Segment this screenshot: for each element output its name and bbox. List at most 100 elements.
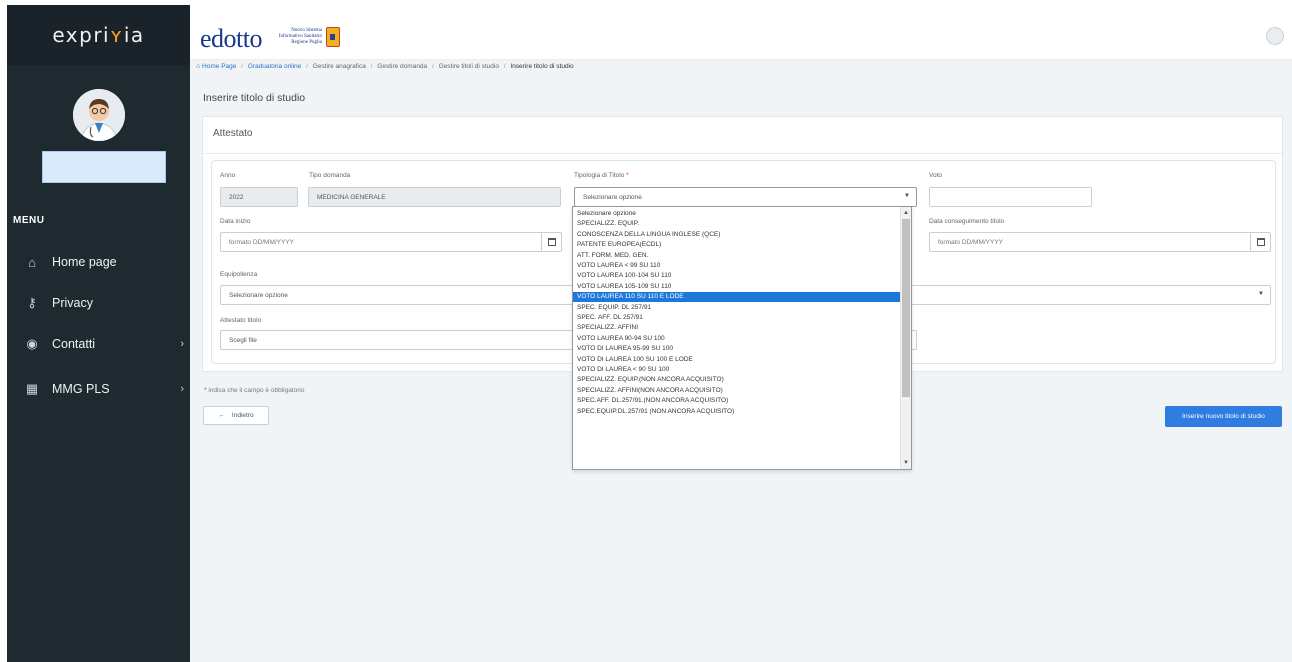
regione-puglia-crest-icon xyxy=(326,27,340,47)
main-content: ⌂ Home Page / Graduatoria online / Gesti… xyxy=(190,60,1292,662)
user-name-box xyxy=(42,151,166,183)
dropdown-option[interactable]: VOTO LAUREA 100-104 SU 110 xyxy=(573,271,901,281)
data-conseguimento-input[interactable]: formato DD/MM/YYYY xyxy=(929,232,1271,252)
dropdown-option[interactable]: SPECIALIZZ. EQUIP.(NON ANCORA ACQUISITO) xyxy=(573,375,901,385)
top-header: edotto Nuovo Sistema Informativo Sanitar… xyxy=(190,22,1292,60)
breadcrumb-separator: / xyxy=(370,63,373,70)
dropdown-option[interactable]: VOTO DI LAUREA 95-99 SU 100 xyxy=(573,344,901,354)
required-mark: * xyxy=(626,172,629,179)
scrollbar[interactable]: ▲ ▼ xyxy=(900,207,911,469)
submit-button[interactable]: Inserire nuovo titolo di studio xyxy=(1165,406,1282,427)
dropdown-option[interactable]: VOTO LAUREA 90-94 SU 100 xyxy=(573,334,901,344)
breadcrumb: ⌂ Home Page / Graduatoria online / Gesti… xyxy=(196,63,574,70)
chevron-right-icon: › xyxy=(180,383,184,395)
edotto-logo[interactable]: edotto xyxy=(200,24,263,54)
placeholder-text: formato DD/MM/YYYY xyxy=(938,238,1004,246)
nav-label: Home page xyxy=(52,255,117,269)
scroll-down-icon[interactable]: ▼ xyxy=(902,458,910,468)
scrollbar-thumb[interactable] xyxy=(902,219,910,397)
nav-label: Contatti xyxy=(52,337,96,351)
home-icon: ⌂ xyxy=(196,63,201,70)
required-note: * indica che il campo è obbligatorio xyxy=(204,387,304,394)
user-profile-icon[interactable] xyxy=(1266,27,1284,45)
breadcrumb-domanda[interactable]: Gestire domanda xyxy=(377,63,427,70)
tipologia-dropdown-list[interactable]: Selezionare opzione SPECIALIZZ. EQUIP. CON… xyxy=(572,206,912,470)
dropdown-option[interactable]: SPECIALIZZ. EQUIP. xyxy=(573,219,901,229)
nav-label: Privacy xyxy=(52,296,93,310)
nav-mmg-pls[interactable]: ▦ MMG PLS › xyxy=(7,370,190,408)
tipologia-titolo-label: Tipologia di Titolo * xyxy=(574,172,629,179)
required-mark: * xyxy=(204,387,207,394)
breadcrumb-separator: / xyxy=(241,63,243,70)
breadcrumb-home[interactable]: Home Page xyxy=(202,63,236,70)
dropdown-option[interactable]: SPEC. AFF. DL 257/91 xyxy=(573,313,901,323)
anno-label: Anno xyxy=(220,172,236,179)
logo-text-1: expri xyxy=(52,23,111,47)
nav-privacy[interactable]: ⚷ Privacy xyxy=(7,284,190,322)
chevron-right-icon: › xyxy=(180,338,184,350)
breadcrumb-separator: / xyxy=(306,63,308,70)
dropdown-option[interactable]: ATT. FORM. MED. GEN. xyxy=(573,251,901,261)
nav-contatti[interactable]: ◉ Contatti › xyxy=(7,325,190,363)
back-button[interactable]: ← Indietro xyxy=(203,406,269,425)
dropdown-option[interactable]: SPEC.AFF. DL.257/91.(NON ANCORA ACQUISIT… xyxy=(573,396,901,406)
user-circle-icon: ◉ xyxy=(26,336,38,351)
required-note-text: indica che il campo è obbligatorio xyxy=(208,387,305,394)
dropdown-option[interactable]: SPECIALIZZ. AFFINI(NON ANCORA ACQUISITO) xyxy=(573,386,901,396)
select-value: Selezionare opzione xyxy=(229,291,288,299)
tipo-domanda-label: Tipo domanda xyxy=(309,172,351,179)
breadcrumb-separator: / xyxy=(503,63,506,70)
placeholder-text: formato DD/MM/YYYY xyxy=(229,238,295,246)
dropdown-option[interactable]: SPEC. EQUIP. DL 257/91 xyxy=(573,303,901,313)
logo-text-2: ʏ xyxy=(110,23,124,47)
calendar-icon[interactable] xyxy=(1250,233,1270,251)
dropdown-option[interactable]: VOTO LAUREA 105-109 SU 110 xyxy=(573,282,901,292)
select-value: Selezionare opzione xyxy=(583,193,642,201)
key-icon: ⚷ xyxy=(27,295,37,310)
dropdown-option[interactable]: VOTO DI LAUREA < 90 SU 100 xyxy=(573,365,901,375)
attestato-titolo-label: Attestato titolo xyxy=(220,317,262,324)
tipologia-label-text: Tipologia di Titolo xyxy=(574,172,625,179)
sidebar: expri ʏ ia MENU ⌂ Home page ⚷ Privacy ◉ Co… xyxy=(7,5,190,662)
tipo-domanda-field: MEDICINA GENERALE xyxy=(308,187,561,207)
logo-text-3: ia xyxy=(123,23,145,47)
dropdown-option[interactable]: VOTO DI LAUREA 100 SU 100 E LODE xyxy=(573,355,901,365)
equipollenza-label: Equipollenza xyxy=(220,271,258,278)
dropdown-option[interactable]: Selezionare opzione xyxy=(573,209,901,219)
doctor-avatar xyxy=(73,89,125,141)
dropdown-option[interactable]: SPECIALIZZ. AFFINI xyxy=(573,323,901,333)
breadcrumb-current: Inserire titolo di studio xyxy=(510,63,574,70)
home-icon: ⌂ xyxy=(28,254,36,270)
nav-label: MMG PLS xyxy=(52,382,110,396)
tipologia-titolo-select[interactable]: Selezionare opzione ▼ xyxy=(574,187,917,207)
voto-label: Voto xyxy=(929,172,943,179)
exprivia-logo: expri ʏ ia xyxy=(7,5,190,65)
breadcrumb-graduatoria[interactable]: Graduatoria online xyxy=(248,63,301,70)
page-title: Inserire titolo di studio xyxy=(203,92,306,104)
back-label: Indietro xyxy=(231,412,254,419)
edotto-subtitle: Nuovo Sistema Informativo Sanitario Regi… xyxy=(278,28,322,45)
dropdown-option[interactable]: CONOSCENZA DELLA LINGUA INGLESE (QCE) xyxy=(573,230,901,240)
breadcrumb-anagrafica[interactable]: Gestire anagrafica xyxy=(313,63,366,70)
divider xyxy=(203,153,1282,154)
dropdown-option[interactable]: SPEC.EQUIP.DL.257/91 (NON ANCORA ACQUISI… xyxy=(573,407,901,417)
breadcrumb-separator: / xyxy=(431,63,434,70)
dropdown-option[interactable]: PATENTE EUROPEA(ECDL) xyxy=(573,240,901,250)
chevron-down-icon: ▼ xyxy=(904,193,910,199)
chevron-down-icon: ▼ xyxy=(1258,291,1264,297)
menu-title: MENU xyxy=(13,215,45,226)
voto-input[interactable] xyxy=(929,187,1092,207)
data-conseguimento-label: Data conseguimento titolo xyxy=(929,218,1005,225)
data-inizio-input[interactable]: formato DD/MM/YYYY xyxy=(220,232,562,252)
breadcrumb-titoli[interactable]: Gestire titoli di studio xyxy=(439,63,499,70)
card-title: Attestato xyxy=(213,128,253,139)
arrow-left-icon: ← xyxy=(218,412,225,419)
nav-home-page[interactable]: ⌂ Home page xyxy=(7,243,190,281)
data-inizio-label: Data inizio xyxy=(220,218,251,225)
anno-field: 2022 xyxy=(220,187,298,207)
scroll-up-icon[interactable]: ▲ xyxy=(902,208,910,218)
calendar-icon[interactable] xyxy=(541,233,561,251)
dropdown-option[interactable]: VOTO LAUREA 110 SU 110 E LODE xyxy=(573,292,901,302)
dropdown-option[interactable]: VOTO LAUREA < 99 SU 110 xyxy=(573,261,901,271)
grid-icon: ▦ xyxy=(25,381,39,396)
